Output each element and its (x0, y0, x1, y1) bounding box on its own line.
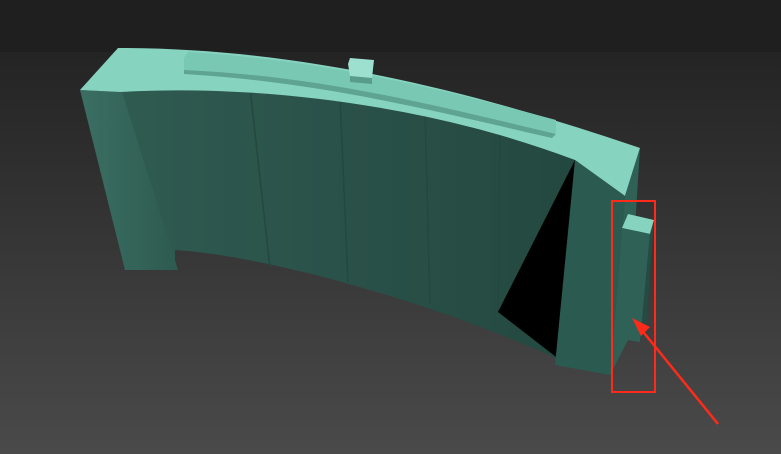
3d-viewport[interactable] (0, 0, 781, 454)
wall-top-block[interactable] (348, 58, 374, 78)
viewport-canvas[interactable] (0, 0, 781, 454)
viewport-top-band (0, 0, 781, 52)
